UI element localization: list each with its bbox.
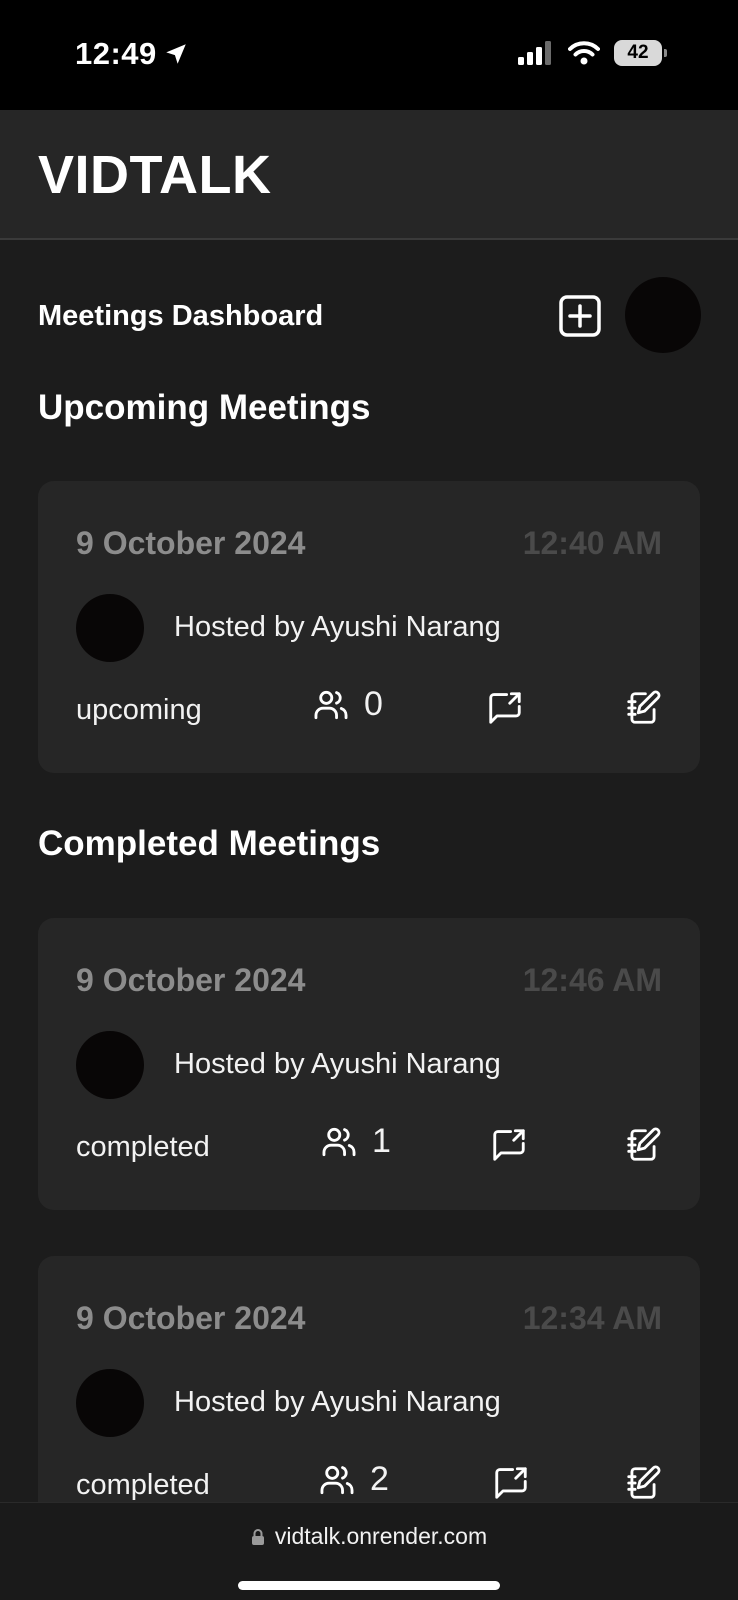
status-time-text: 12:49 [75, 36, 157, 71]
location-arrow-icon [163, 41, 189, 67]
meeting-status: completed [76, 1469, 210, 1501]
edit-notes-button[interactable] [624, 1126, 662, 1164]
status-bar: 12:49 42 [0, 0, 738, 110]
participants-count[interactable]: 1 [320, 1122, 391, 1161]
lock-icon [251, 1528, 264, 1545]
meeting-time: 12:40 AM [522, 525, 662, 561]
plus-square-icon [559, 295, 601, 337]
wifi-icon [568, 41, 600, 65]
meeting-time: 12:46 AM [522, 962, 662, 998]
share-meeting-button[interactable] [490, 1126, 528, 1164]
meeting-card[interactable]: 9 October 2024 12:40 AM Hosted by Ayushi… [38, 481, 700, 773]
message-share-icon [493, 1129, 525, 1161]
meeting-host: Hosted by Ayushi Narang [174, 1386, 501, 1418]
participants-number: 1 [372, 1122, 391, 1160]
notebook-edit-icon [627, 1127, 661, 1161]
edit-notes-button[interactable] [624, 689, 662, 727]
browser-address-bar[interactable]: vidtalk.onrender.com [0, 1502, 738, 1600]
meeting-time: 12:34 AM [522, 1300, 662, 1336]
meeting-status: completed [76, 1131, 210, 1163]
participants-number: 0 [364, 685, 383, 723]
notebook-edit-icon [627, 1465, 661, 1499]
participants-number: 2 [370, 1460, 389, 1498]
page-title: Meetings Dashboard [38, 300, 324, 332]
edit-notes-button[interactable] [624, 1464, 662, 1502]
new-meeting-button[interactable] [558, 294, 602, 338]
app-logo[interactable]: VIDTALK [38, 144, 271, 206]
meeting-date: 9 October 2024 [76, 1300, 306, 1336]
users-icon [314, 690, 348, 719]
signal-bars-icon [518, 41, 554, 65]
users-icon [322, 1127, 356, 1156]
participants-count[interactable]: 2 [318, 1460, 389, 1499]
participants-count[interactable]: 0 [312, 685, 383, 724]
battery-level: 42 [627, 42, 649, 63]
notebook-edit-icon [627, 690, 661, 724]
message-share-icon [495, 1467, 527, 1499]
meeting-status: upcoming [76, 694, 202, 726]
home-indicator[interactable] [238, 1581, 500, 1590]
user-avatar[interactable] [625, 277, 701, 353]
url-display[interactable]: vidtalk.onrender.com [0, 1523, 738, 1552]
status-icons: 42 [518, 40, 667, 66]
meeting-date: 9 October 2024 [76, 962, 306, 998]
users-icon [320, 1465, 354, 1494]
completed-meetings-heading: Completed Meetings [38, 824, 381, 863]
meeting-host: Hosted by Ayushi Narang [174, 1048, 501, 1080]
message-share-icon [489, 692, 521, 724]
meeting-host: Hosted by Ayushi Narang [174, 611, 501, 643]
app-header: VIDTALK [0, 110, 738, 240]
meeting-date: 9 October 2024 [76, 525, 306, 561]
share-meeting-button[interactable] [492, 1464, 530, 1502]
host-avatar [76, 594, 144, 662]
host-avatar [76, 1369, 144, 1437]
url-text: vidtalk.onrender.com [274, 1523, 488, 1549]
battery-icon: 42 [614, 40, 667, 66]
upcoming-meetings-heading: Upcoming Meetings [38, 388, 371, 427]
share-meeting-button[interactable] [486, 689, 524, 727]
status-time: 12:49 [75, 36, 189, 72]
meeting-card[interactable]: 9 October 2024 12:46 AM Hosted by Ayushi… [38, 918, 700, 1210]
host-avatar [76, 1031, 144, 1099]
